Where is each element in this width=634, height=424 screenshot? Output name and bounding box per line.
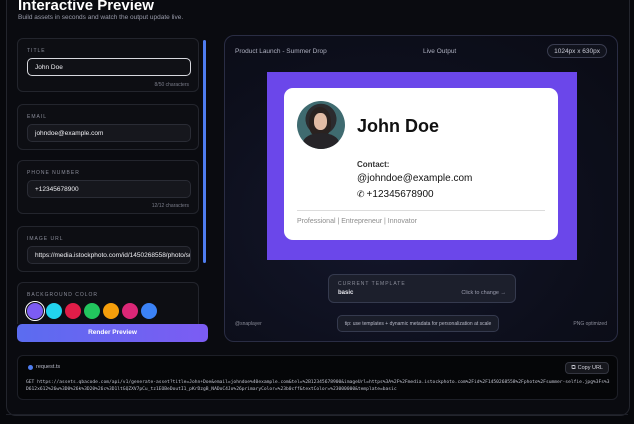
color-swatch[interactable] (84, 303, 100, 319)
card-email: @johndoe@example.com (357, 173, 473, 184)
copy-url-label: Copy URL (577, 365, 603, 371)
copy-icon: ⧉ (571, 365, 576, 371)
tip-banner: tip: use templates + dynamic metadata fo… (337, 315, 499, 332)
card-contact-label: Contact: (357, 160, 390, 169)
phone-field-card: PHONE NUMBER +12345678900 12/12 characte… (17, 160, 199, 214)
credit-label: @snaplayer (235, 321, 262, 327)
template-value: basic (338, 290, 354, 296)
avatar-face (314, 113, 327, 130)
color-swatch[interactable] (46, 303, 62, 319)
copy-url-button[interactable]: ⧉ Copy URL (565, 362, 609, 374)
preview-title: Product Launch - Summer Drop (235, 48, 327, 55)
bottom-divider (6, 414, 628, 415)
card-phone-text: +12345678900 (366, 189, 434, 200)
email-input[interactable]: johndoe@example.com (27, 124, 191, 142)
color-swatch[interactable] (25, 301, 45, 321)
phone-label: PHONE NUMBER (27, 170, 80, 176)
file-status-dot (28, 365, 33, 370)
request-filename: request.ts (36, 364, 61, 370)
avatar (297, 101, 345, 149)
title-field-card: TITLE John Doe 8/50 characters (17, 38, 199, 92)
card-tagline: Professional | Entrepreneur | Innovator (297, 218, 417, 225)
canvas-size-badge: 1024px x 630px (547, 44, 607, 58)
color-swatch[interactable] (65, 303, 81, 319)
image-url-input[interactable]: https://media.istockphoto.com/id/1450268… (27, 246, 191, 264)
phone-input[interactable]: +12345678900 (27, 180, 191, 198)
email-label: EMAIL (27, 114, 48, 120)
current-template-selector[interactable]: CURRENT TEMPLATE basic Click to change → (328, 274, 516, 303)
background-color-field-card: BACKGROUND COLOR (17, 282, 199, 324)
color-swatch[interactable] (103, 303, 119, 319)
card-name: John Doe (357, 116, 440, 136)
form-panel: TITLE John Doe 8/50 characters EMAIL joh… (17, 36, 210, 324)
preview-panel: Product Launch - Summer Drop Live Output… (224, 35, 618, 342)
live-output-label: Live Output (423, 48, 457, 55)
color-swatch[interactable] (141, 303, 157, 319)
template-label: CURRENT TEMPLATE (338, 281, 406, 287)
phone-icon: ✆ (357, 189, 365, 199)
form-scrollbar[interactable] (203, 40, 206, 263)
email-field-card: EMAIL johndoe@example.com (17, 104, 199, 150)
title-char-count: 8/50 characters (154, 82, 189, 88)
card-divider (297, 210, 545, 211)
color-swatch[interactable] (122, 303, 138, 319)
render-preview-button[interactable]: Render Preview (17, 324, 208, 342)
avatar-shoulders (303, 133, 339, 149)
business-card: John Doe Contact: @johndoe@example.com ✆… (284, 88, 558, 240)
color-swatch-row (25, 301, 157, 321)
background-color-label: BACKGROUND COLOR (27, 292, 99, 298)
format-label: PNG optimized (573, 321, 607, 327)
image-url-field-card: IMAGE URL https://media.istockphoto.com/… (17, 226, 199, 272)
page-subtitle: Build assets in seconds and watch the ou… (18, 14, 184, 21)
title-label: TITLE (27, 48, 46, 54)
request-code: GET https://assets.qbacode.com/api/v1/ge… (26, 380, 610, 392)
page-title: Interactive Preview (18, 0, 154, 14)
phone-char-count: 12/12 characters (151, 203, 189, 209)
card-phone: ✆ +12345678900 (357, 189, 434, 200)
image-url-label: IMAGE URL (27, 236, 64, 242)
change-template-link[interactable]: Click to change → (461, 290, 506, 296)
request-panel: request.ts ⧉ Copy URL GET https://assets.… (17, 355, 618, 400)
title-input[interactable]: John Doe (27, 58, 191, 76)
